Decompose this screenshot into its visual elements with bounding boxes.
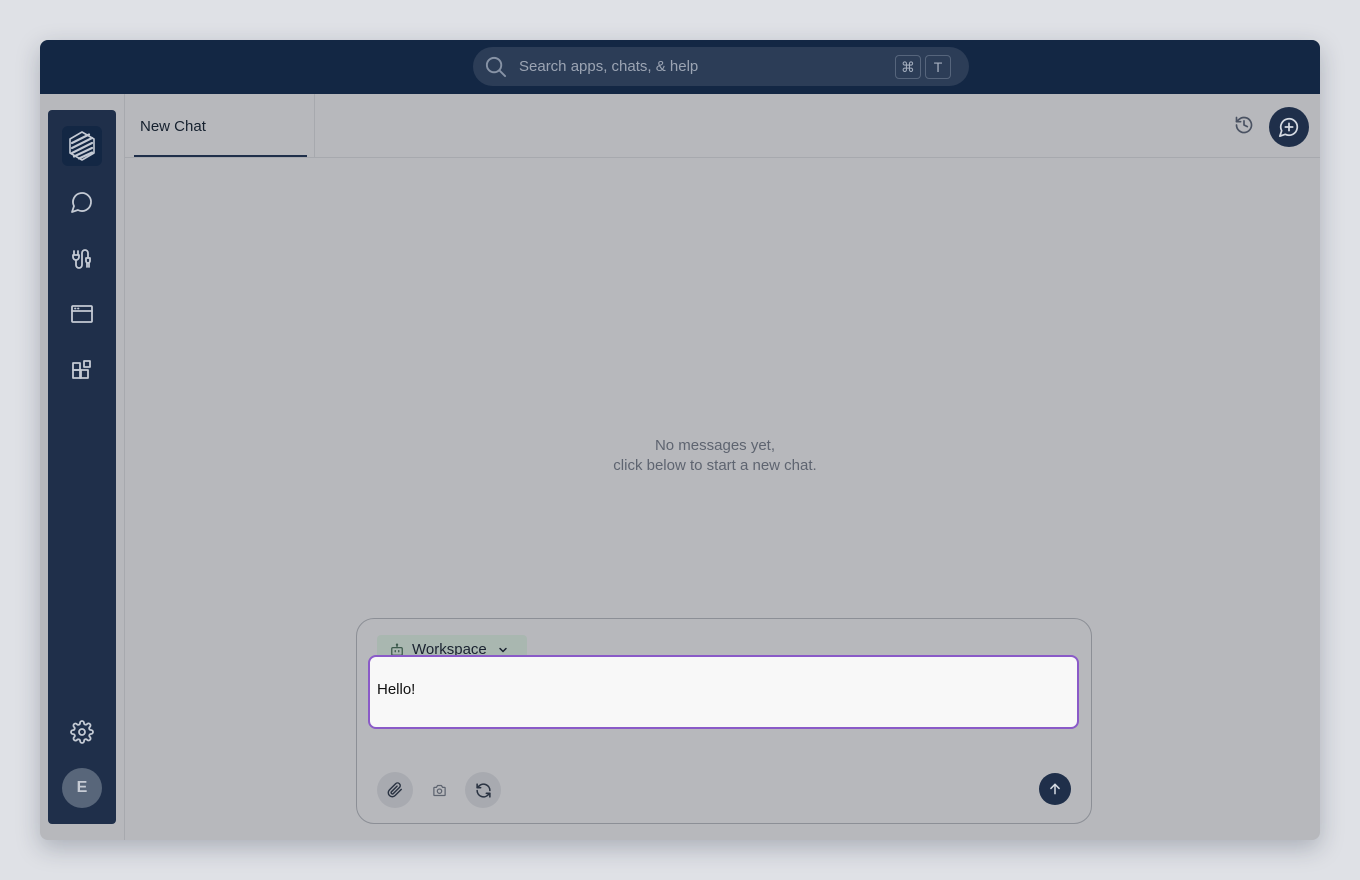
sidebar-item-integrations[interactable] — [62, 238, 102, 278]
arrow-up-icon — [1048, 782, 1062, 796]
shortcut-key-t: T — [925, 55, 951, 79]
camera-button[interactable] — [421, 772, 457, 808]
sidebar-item-apps[interactable] — [62, 294, 102, 334]
attach-button[interactable] — [377, 772, 413, 808]
history-icon — [1234, 115, 1254, 135]
empty-state: No messages yet, click below to start a … — [125, 436, 1305, 476]
sidebar: E — [48, 110, 116, 824]
gear-icon — [70, 720, 94, 744]
message-input[interactable]: Hello! — [368, 655, 1079, 729]
plug-cable-icon — [70, 246, 94, 270]
refresh-button[interactable] — [465, 772, 501, 808]
paperclip-icon — [387, 782, 403, 798]
app-window: ⌘ T — [40, 40, 1320, 840]
stripes-logo-icon — [69, 131, 95, 161]
tab-new-chat[interactable]: New Chat — [125, 94, 315, 158]
chat-main: New Chat No messages yet, click below to… — [124, 94, 1320, 840]
top-bar: ⌘ T — [40, 40, 1320, 94]
avatar[interactable]: E — [62, 768, 102, 808]
tab-label: New Chat — [140, 118, 206, 135]
camera-icon — [432, 783, 447, 798]
empty-state-line-1: No messages yet, — [654, 437, 776, 454]
settings-button[interactable] — [62, 712, 102, 752]
chevron-down-icon — [497, 644, 509, 656]
new-chat-button[interactable] — [1269, 107, 1309, 147]
browser-window-icon — [70, 302, 94, 326]
empty-state-line-2: click below to start a new chat. — [613, 457, 817, 474]
global-search[interactable]: ⌘ T — [473, 47, 969, 86]
chat-composer: Workspace Hello! — [356, 618, 1092, 824]
search-input[interactable] — [519, 47, 889, 86]
sidebar-item-home[interactable] — [62, 126, 102, 166]
chat-bubble-icon — [70, 190, 94, 214]
sidebar-item-chats[interactable] — [62, 182, 102, 222]
search-icon — [484, 55, 507, 78]
history-button[interactable] — [1232, 113, 1256, 137]
active-tab-indicator — [134, 155, 307, 157]
message-plus-icon — [1278, 116, 1300, 138]
blocks-icon — [70, 358, 94, 382]
shortcut-key-cmd: ⌘ — [895, 55, 921, 79]
sidebar-item-extensions[interactable] — [62, 350, 102, 390]
refresh-icon — [475, 782, 492, 799]
tab-bar: New Chat — [125, 94, 1320, 158]
send-button[interactable] — [1039, 773, 1071, 805]
